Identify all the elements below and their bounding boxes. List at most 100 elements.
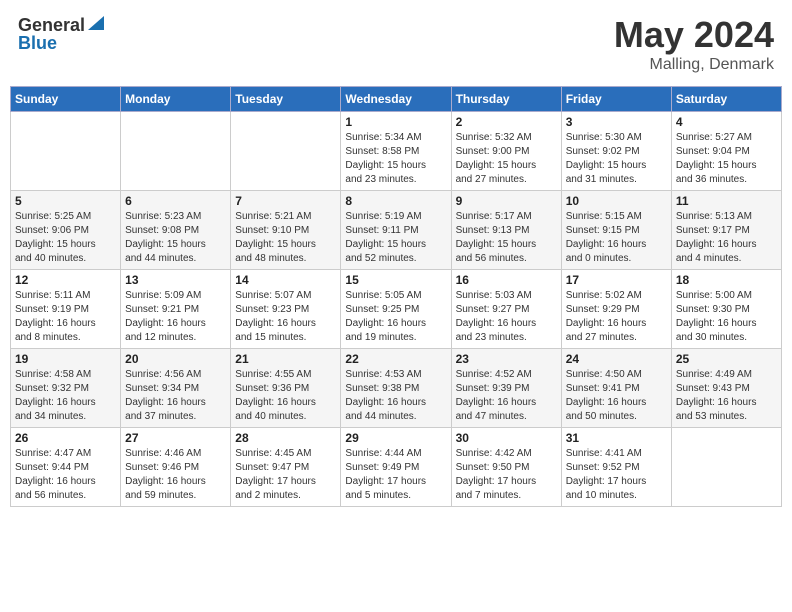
calendar-cell: 11 Sunrise: 5:13 AM Sunset: 9:17 PM Dayli… — [671, 191, 781, 270]
day-info: Sunrise: 4:45 AM Sunset: 9:47 PM Dayligh… — [235, 447, 336, 503]
day-number: 21 — [235, 352, 336, 366]
day-number: 31 — [566, 431, 667, 445]
day-info: Sunrise: 5:19 AM Sunset: 9:11 PM Dayligh… — [345, 210, 446, 266]
day-number: 19 — [15, 352, 116, 366]
day-number: 9 — [456, 194, 557, 208]
day-number: 16 — [456, 273, 557, 287]
day-number: 10 — [566, 194, 667, 208]
calendar-week-row: 1 Sunrise: 5:34 AM Sunset: 8:58 PM Daylig… — [11, 112, 782, 191]
day-info: Sunrise: 4:49 AM Sunset: 9:43 PM Dayligh… — [676, 368, 777, 424]
day-info: Sunrise: 5:30 AM Sunset: 9:02 PM Dayligh… — [566, 131, 667, 187]
day-info: Sunrise: 5:09 AM Sunset: 9:21 PM Dayligh… — [125, 289, 226, 345]
calendar-week-row: 26Sunrise: 4:47 AM Sunset: 9:44 PM Dayli… — [11, 428, 782, 507]
day-number: 29 — [345, 431, 446, 445]
calendar-cell: 21 Sunrise: 4:55 AM Sunset: 9:36 PM Dayli… — [231, 349, 341, 428]
calendar-cell: 29 Sunrise: 4:44 AM Sunset: 9:49 PM Dayli… — [341, 428, 451, 507]
calendar-week-row: 19Sunrise: 4:58 AM Sunset: 9:32 PM Dayli… — [11, 349, 782, 428]
day-number: 6 — [125, 194, 226, 208]
calendar-cell: 17Sunrise: 5:02 AM Sunset: 9:29 PM Dayli… — [561, 270, 671, 349]
calendar-week-row: 5 Sunrise: 5:25 AM Sunset: 9:06 PM Daylig… — [11, 191, 782, 270]
day-number: 5 — [15, 194, 116, 208]
calendar-cell: 20Sunrise: 4:56 AM Sunset: 9:34 PM Dayli… — [121, 349, 231, 428]
calendar-cell: 27 Sunrise: 4:46 AM Sunset: 9:46 PM Dayli… — [121, 428, 231, 507]
calendar-cell: 6 Sunrise: 5:23 AM Sunset: 9:08 PM Daylig… — [121, 191, 231, 270]
day-info: Sunrise: 5:27 AM Sunset: 9:04 PM Dayligh… — [676, 131, 777, 187]
day-number: 15 — [345, 273, 446, 287]
calendar-cell: 2Sunrise: 5:32 AM Sunset: 9:00 PM Daylig… — [451, 112, 561, 191]
calendar-cell: 30 Sunrise: 4:42 AM Sunset: 9:50 PM Dayli… — [451, 428, 561, 507]
day-info: Sunrise: 5:13 AM Sunset: 9:17 PM Dayligh… — [676, 210, 777, 266]
calendar-cell — [231, 112, 341, 191]
calendar-cell: 31 Sunrise: 4:41 AM Sunset: 9:52 PM Dayli… — [561, 428, 671, 507]
calendar-cell: 18 Sunrise: 5:00 AM Sunset: 9:30 PM Dayli… — [671, 270, 781, 349]
calendar-week-row: 12 Sunrise: 5:11 AM Sunset: 9:19 PM Dayli… — [11, 270, 782, 349]
day-info: Sunrise: 5:25 AM Sunset: 9:06 PM Dayligh… — [15, 210, 116, 266]
header-sunday: Sunday — [11, 87, 121, 112]
day-info: Sunrise: 4:53 AM Sunset: 9:38 PM Dayligh… — [345, 368, 446, 424]
title-block: May 2024 Malling, Denmark — [614, 14, 774, 74]
calendar-cell — [671, 428, 781, 507]
header-tuesday: Tuesday — [231, 87, 341, 112]
header-monday: Monday — [121, 87, 231, 112]
logo: General Blue — [18, 14, 104, 54]
day-number: 12 — [15, 273, 116, 287]
day-number: 28 — [235, 431, 336, 445]
day-info: Sunrise: 5:11 AM Sunset: 9:19 PM Dayligh… — [15, 289, 116, 345]
header-wednesday: Wednesday — [341, 87, 451, 112]
day-info: Sunrise: 5:23 AM Sunset: 9:08 PM Dayligh… — [125, 210, 226, 266]
calendar-cell: 16 Sunrise: 5:03 AM Sunset: 9:27 PM Dayli… — [451, 270, 561, 349]
calendar-location: Malling, Denmark — [614, 56, 774, 74]
day-info: Sunrise: 4:44 AM Sunset: 9:49 PM Dayligh… — [345, 447, 446, 503]
calendar-table: Sunday Monday Tuesday Wednesday Thursday… — [10, 86, 782, 507]
calendar-cell: 1 Sunrise: 5:34 AM Sunset: 8:58 PM Daylig… — [341, 112, 451, 191]
day-info: Sunrise: 5:03 AM Sunset: 9:27 PM Dayligh… — [456, 289, 557, 345]
calendar-cell: 19Sunrise: 4:58 AM Sunset: 9:32 PM Dayli… — [11, 349, 121, 428]
calendar-cell: 9Sunrise: 5:17 AM Sunset: 9:13 PM Daylig… — [451, 191, 561, 270]
logo-triangle-icon — [88, 16, 104, 37]
day-info: Sunrise: 5:05 AM Sunset: 9:25 PM Dayligh… — [345, 289, 446, 345]
day-number: 11 — [676, 194, 777, 208]
header-friday: Friday — [561, 87, 671, 112]
day-info: Sunrise: 5:00 AM Sunset: 9:30 PM Dayligh… — [676, 289, 777, 345]
day-info: Sunrise: 5:34 AM Sunset: 8:58 PM Dayligh… — [345, 131, 446, 187]
day-info: Sunrise: 4:56 AM Sunset: 9:34 PM Dayligh… — [125, 368, 226, 424]
calendar-cell — [121, 112, 231, 191]
day-number: 30 — [456, 431, 557, 445]
logo-blue-text: Blue — [18, 33, 57, 54]
day-number: 1 — [345, 115, 446, 129]
calendar-cell: 26Sunrise: 4:47 AM Sunset: 9:44 PM Dayli… — [11, 428, 121, 507]
page-header: General Blue May 2024 Malling, Denmark — [10, 10, 782, 78]
day-number: 14 — [235, 273, 336, 287]
day-info: Sunrise: 4:55 AM Sunset: 9:36 PM Dayligh… — [235, 368, 336, 424]
calendar-cell: 5 Sunrise: 5:25 AM Sunset: 9:06 PM Daylig… — [11, 191, 121, 270]
day-info: Sunrise: 4:52 AM Sunset: 9:39 PM Dayligh… — [456, 368, 557, 424]
calendar-cell: 14Sunrise: 5:07 AM Sunset: 9:23 PM Dayli… — [231, 270, 341, 349]
day-info: Sunrise: 4:42 AM Sunset: 9:50 PM Dayligh… — [456, 447, 557, 503]
day-number: 27 — [125, 431, 226, 445]
day-info: Sunrise: 4:50 AM Sunset: 9:41 PM Dayligh… — [566, 368, 667, 424]
calendar-cell: 7 Sunrise: 5:21 AM Sunset: 9:10 PM Daylig… — [231, 191, 341, 270]
day-number: 2 — [456, 115, 557, 129]
day-number: 25 — [676, 352, 777, 366]
calendar-cell: 28 Sunrise: 4:45 AM Sunset: 9:47 PM Dayli… — [231, 428, 341, 507]
day-number: 7 — [235, 194, 336, 208]
calendar-cell — [11, 112, 121, 191]
calendar-title: May 2024 — [614, 14, 774, 56]
day-number: 18 — [676, 273, 777, 287]
calendar-cell: 8Sunrise: 5:19 AM Sunset: 9:11 PM Daylig… — [341, 191, 451, 270]
calendar-cell: 23 Sunrise: 4:52 AM Sunset: 9:39 PM Dayli… — [451, 349, 561, 428]
calendar-cell: 25 Sunrise: 4:49 AM Sunset: 9:43 PM Dayli… — [671, 349, 781, 428]
day-info: Sunrise: 4:47 AM Sunset: 9:44 PM Dayligh… — [15, 447, 116, 503]
calendar-cell: 24Sunrise: 4:50 AM Sunset: 9:41 PM Dayli… — [561, 349, 671, 428]
header-thursday: Thursday — [451, 87, 561, 112]
calendar-cell: 4 Sunrise: 5:27 AM Sunset: 9:04 PM Daylig… — [671, 112, 781, 191]
day-number: 4 — [676, 115, 777, 129]
weekday-header-row: Sunday Monday Tuesday Wednesday Thursday… — [11, 87, 782, 112]
calendar-cell: 22Sunrise: 4:53 AM Sunset: 9:38 PM Dayli… — [341, 349, 451, 428]
day-info: Sunrise: 4:46 AM Sunset: 9:46 PM Dayligh… — [125, 447, 226, 503]
day-info: Sunrise: 5:21 AM Sunset: 9:10 PM Dayligh… — [235, 210, 336, 266]
day-number: 23 — [456, 352, 557, 366]
calendar-cell: 3Sunrise: 5:30 AM Sunset: 9:02 PM Daylig… — [561, 112, 671, 191]
day-info: Sunrise: 5:15 AM Sunset: 9:15 PM Dayligh… — [566, 210, 667, 266]
day-info: Sunrise: 4:41 AM Sunset: 9:52 PM Dayligh… — [566, 447, 667, 503]
